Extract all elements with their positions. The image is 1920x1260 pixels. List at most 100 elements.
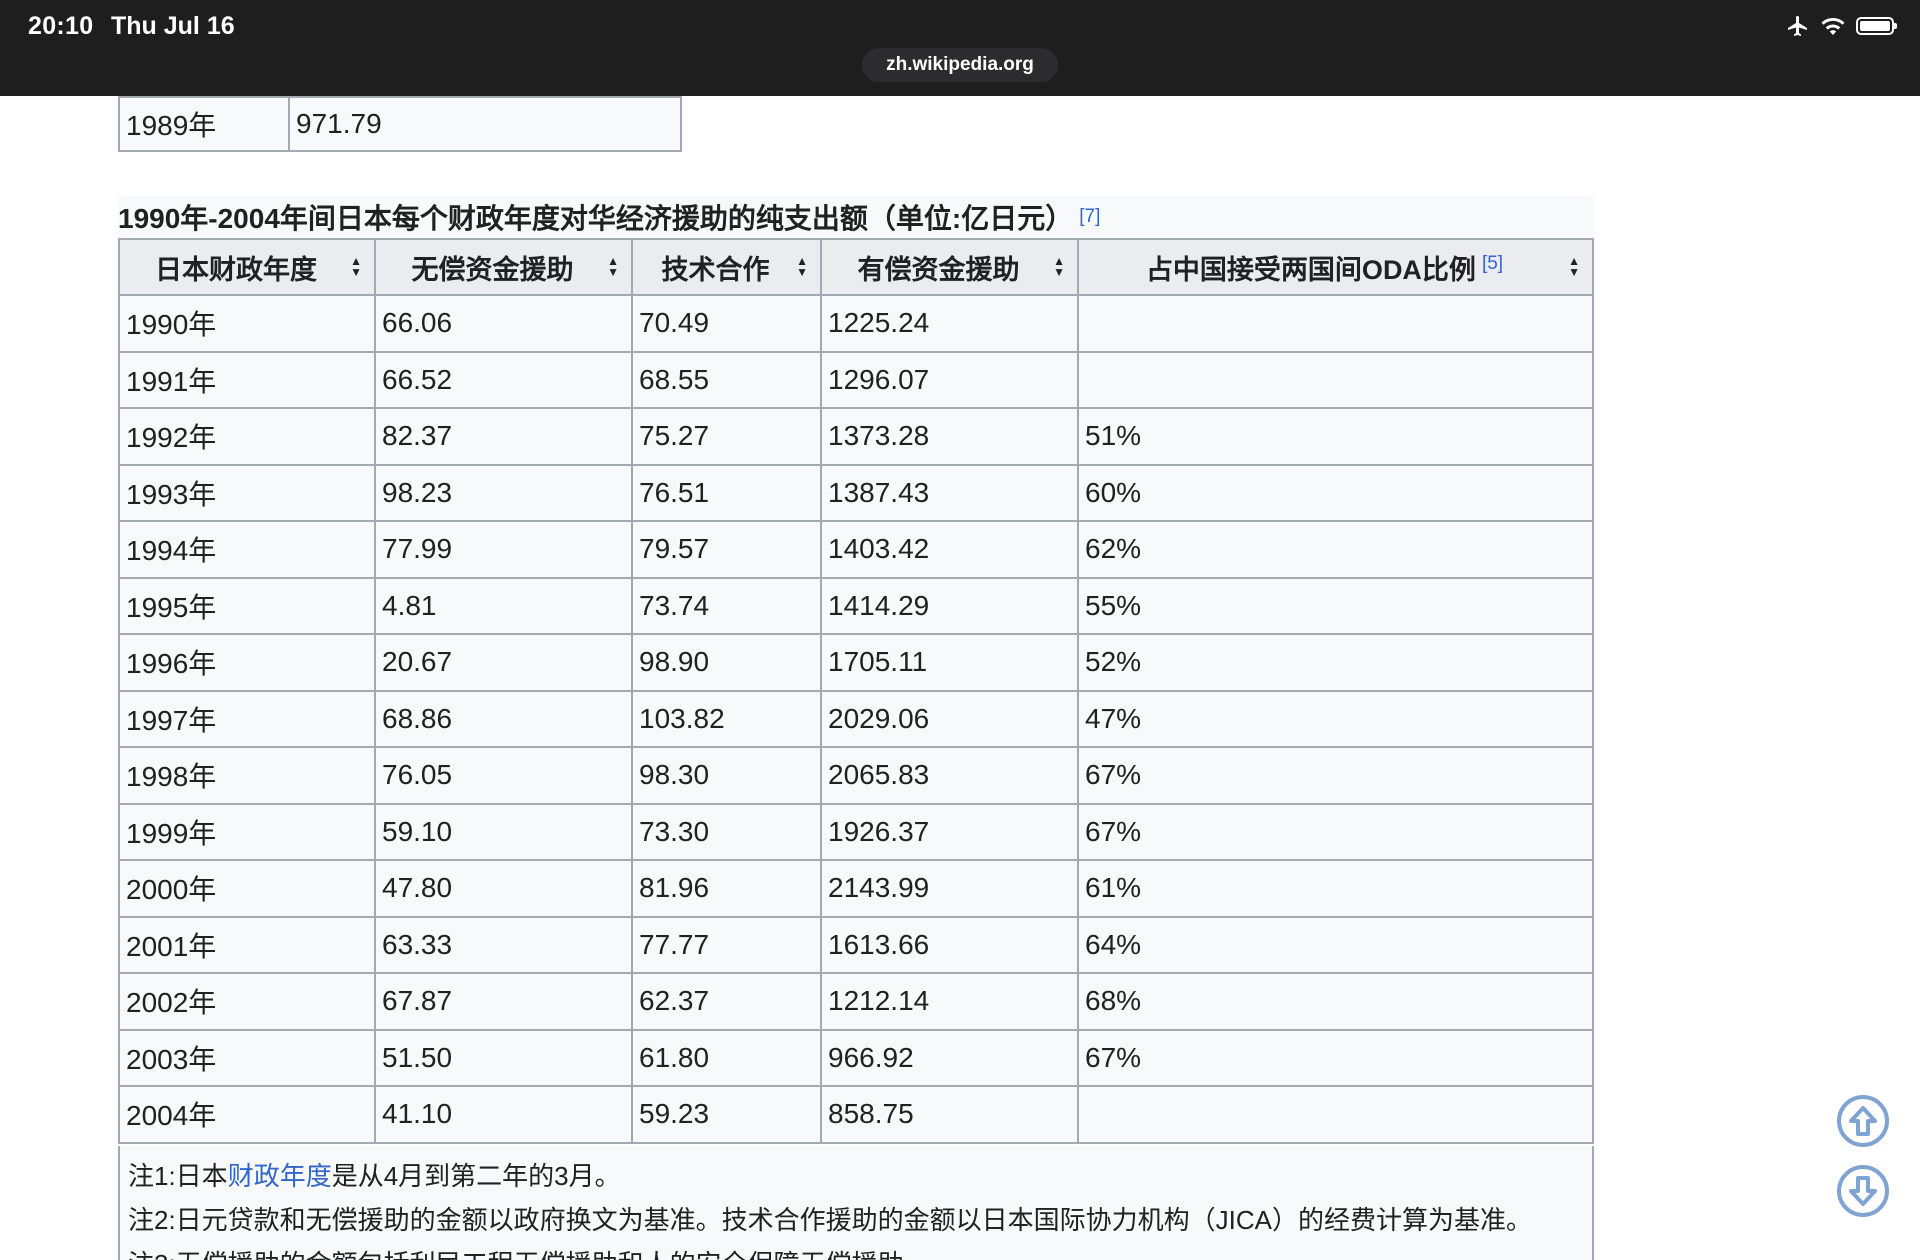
table-cell: 2065.83 bbox=[820, 746, 1079, 805]
table-cell: 1705.11 bbox=[820, 633, 1079, 692]
table-cell: 1989年 bbox=[118, 96, 290, 152]
table-row: 2002年 67.87 62.37 1212.14 68% bbox=[118, 972, 1594, 1031]
table-cell: 77.99 bbox=[374, 520, 633, 579]
table-cell: 20.67 bbox=[374, 633, 633, 692]
address-bar[interactable]: zh.wikipedia.org bbox=[862, 48, 1058, 82]
table-cell: 1995年 bbox=[118, 576, 376, 635]
note-2: 注2:日元贷款和无偿援助的金额以政府换文为基准。技术合作援助的金额以日本国际协力… bbox=[128, 1205, 1533, 1235]
table-cell: 1993年 bbox=[118, 463, 376, 522]
table-cell: 1613.66 bbox=[820, 915, 1079, 974]
table-row: 1996年 20.67 98.90 1705.11 52% bbox=[118, 633, 1594, 692]
table-cell: 67% bbox=[1077, 746, 1594, 805]
arrow-up-circle-icon bbox=[1849, 1106, 1877, 1136]
sort-icon[interactable]: ▲ ▼ bbox=[796, 255, 808, 278]
note-3: 注3:无偿援助的金额包括利民工程无偿援助和人的安全保障无偿援助。 bbox=[128, 1242, 1584, 1260]
status-date: Thu Jul 16 bbox=[111, 12, 235, 40]
arrow-down-circle-icon bbox=[1849, 1176, 1877, 1206]
column-header-grant-aid[interactable]: 无偿资金援助 ▲ ▼ bbox=[374, 238, 633, 296]
table-cell: 82.37 bbox=[374, 407, 633, 466]
table-cell: 62.37 bbox=[631, 972, 822, 1031]
table-row: 1997年 68.86 103.82 2029.06 47% bbox=[118, 689, 1594, 748]
table-cell: 63.33 bbox=[374, 915, 633, 974]
table-cell: 68.55 bbox=[631, 350, 822, 409]
table-cell: 66.52 bbox=[374, 350, 633, 409]
battery-icon bbox=[1856, 17, 1897, 35]
table-row: 2001年 63.33 77.77 1613.66 64% bbox=[118, 915, 1594, 974]
sort-icon[interactable]: ▲ ▼ bbox=[607, 255, 619, 278]
fiscal-year-link[interactable]: 财政年度 bbox=[228, 1161, 332, 1191]
table-cell: 1999年 bbox=[118, 802, 376, 861]
column-header-loan-aid[interactable]: 有偿资金援助 ▲ ▼ bbox=[820, 238, 1079, 296]
table-cell: 2143.99 bbox=[820, 859, 1079, 918]
table-cell: 64% bbox=[1077, 915, 1594, 974]
scroll-up-button[interactable] bbox=[1837, 1095, 1889, 1147]
table-cell: 66.06 bbox=[374, 294, 633, 353]
column-header-fiscal-year[interactable]: 日本财政年度 ▲ ▼ bbox=[118, 238, 376, 296]
sort-icon[interactable]: ▲ ▼ bbox=[1053, 255, 1065, 278]
note-1: 注1:日本财政年度是从4月到第二年的3月。 bbox=[128, 1161, 621, 1191]
table-cell: 1387.43 bbox=[820, 463, 1079, 522]
table-cell: 68% bbox=[1077, 972, 1594, 1031]
table-cell: 1212.14 bbox=[820, 972, 1079, 1031]
table-cell: 52% bbox=[1077, 633, 1594, 692]
table-cell: 75.27 bbox=[631, 407, 822, 466]
page-content: 1989年 971.79 1990年-2004年间日本每个财政年度对华经济援助的… bbox=[0, 96, 1920, 1260]
table-cell: 2002年 bbox=[118, 972, 376, 1031]
table-row: 1990年 66.06 70.49 1225.24 bbox=[118, 294, 1594, 353]
table-row: 2004年 41.10 59.23 858.75 bbox=[118, 1085, 1594, 1144]
oda-table: 日本财政年度 ▲ ▼ 无偿资金援助 ▲ ▼ 技术合作 ▲ ▼ 有偿资金援助 ▲ ▼ 占中… bbox=[118, 238, 1594, 1144]
table-row: 1998年 76.05 98.30 2065.83 67% bbox=[118, 746, 1594, 805]
table-cell: 59.10 bbox=[374, 802, 633, 861]
table-cell: 55% bbox=[1077, 576, 1594, 635]
caption-reference-link[interactable]: [7] bbox=[1079, 206, 1100, 228]
table-cell: 971.79 bbox=[288, 96, 682, 152]
table-row: 1991年 66.52 68.55 1296.07 bbox=[118, 350, 1594, 409]
header-reference-link[interactable]: [5] bbox=[1482, 253, 1503, 274]
table-cell: 98.30 bbox=[631, 746, 822, 805]
table-cell: 68.86 bbox=[374, 689, 633, 748]
table-row: 1993年 98.23 76.51 1387.43 60% bbox=[118, 463, 1594, 522]
table-cell: 1998年 bbox=[118, 746, 376, 805]
table-cell: 61.80 bbox=[631, 1028, 822, 1087]
table-cell: 61% bbox=[1077, 859, 1594, 918]
sort-icon[interactable]: ▲ ▼ bbox=[350, 255, 362, 278]
table-cell: 76.05 bbox=[374, 746, 633, 805]
previous-table: 1989年 971.79 bbox=[118, 96, 682, 152]
table-cell bbox=[1077, 350, 1594, 409]
table-row: 1995年 4.81 73.74 1414.29 55% bbox=[118, 576, 1594, 635]
table-row: 2003年 51.50 61.80 966.92 67% bbox=[118, 1028, 1594, 1087]
table-row: 1994年 77.99 79.57 1403.42 62% bbox=[118, 520, 1594, 579]
table-cell: 1996年 bbox=[118, 633, 376, 692]
table-cell: 81.96 bbox=[631, 859, 822, 918]
table-cell: 51% bbox=[1077, 407, 1594, 466]
table-cell: 47% bbox=[1077, 689, 1594, 748]
table-cell: 73.30 bbox=[631, 802, 822, 861]
table-cell: 2000年 bbox=[118, 859, 376, 918]
column-header-technical-cooperation[interactable]: 技术合作 ▲ ▼ bbox=[631, 238, 822, 296]
table-cell: 966.92 bbox=[820, 1028, 1079, 1087]
table-cell: 1403.42 bbox=[820, 520, 1079, 579]
column-header-oda-share[interactable]: 占中国接受两国间ODA比例 [5] ▲ ▼ bbox=[1077, 238, 1594, 296]
table-row: 2000年 47.80 81.96 2143.99 61% bbox=[118, 859, 1594, 918]
table-row: 1999年 59.10 73.30 1926.37 67% bbox=[118, 802, 1594, 861]
table-cell: 2004年 bbox=[118, 1085, 376, 1144]
table-cell bbox=[1077, 294, 1594, 353]
sort-icon[interactable]: ▲ ▼ bbox=[1568, 255, 1580, 278]
table-cell: 103.82 bbox=[631, 689, 822, 748]
table-cell: 1373.28 bbox=[820, 407, 1079, 466]
table-header-row: 日本财政年度 ▲ ▼ 无偿资金援助 ▲ ▼ 技术合作 ▲ ▼ 有偿资金援助 ▲ ▼ 占中… bbox=[118, 238, 1594, 296]
wifi-icon bbox=[1821, 17, 1845, 35]
caption-text: 1990年-2004年间日本每个财政年度对华经济援助的纯支出额（单位:亿日元） bbox=[118, 203, 1074, 234]
table-cell: 858.75 bbox=[820, 1085, 1079, 1144]
table-cell: 60% bbox=[1077, 463, 1594, 522]
table-cell: 98.23 bbox=[374, 463, 633, 522]
table-cell: 73.74 bbox=[631, 576, 822, 635]
table-cell: 1414.29 bbox=[820, 576, 1079, 635]
table-row: 1989年 971.79 bbox=[118, 96, 682, 152]
table-cell: 62% bbox=[1077, 520, 1594, 579]
table-cell: 2001年 bbox=[118, 915, 376, 974]
scroll-down-button[interactable] bbox=[1837, 1165, 1889, 1217]
table-caption: 1990年-2004年间日本每个财政年度对华经济援助的纯支出额（单位:亿日元）[… bbox=[118, 196, 1594, 238]
status-time: 20:10 bbox=[28, 12, 94, 40]
table-cell: 2029.06 bbox=[820, 689, 1079, 748]
